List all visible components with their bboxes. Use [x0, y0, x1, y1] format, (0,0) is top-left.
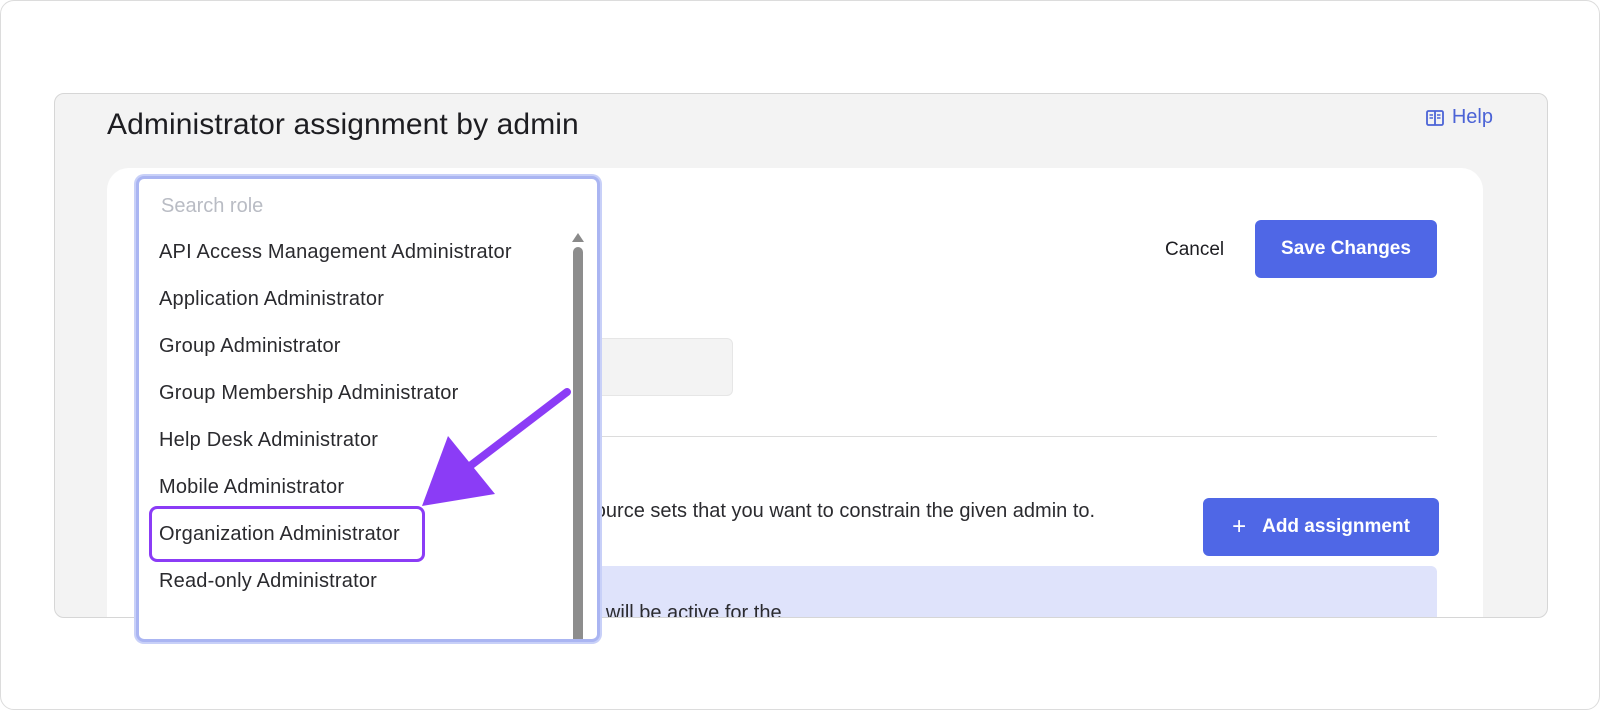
add-assignment-button[interactable]: + Add assignment [1203, 498, 1439, 556]
cancel-button[interactable]: Cancel [1151, 222, 1238, 278]
search-role-input[interactable] [143, 183, 597, 229]
help-label: Help [1451, 106, 1493, 128]
role-option[interactable]: API Access Management Administrator [139, 229, 571, 276]
role-option[interactable]: Group Administrator [139, 323, 571, 370]
section-divider [567, 436, 1437, 437]
save-changes-button[interactable]: Save Changes [1255, 220, 1437, 278]
scroll-up-arrow-icon[interactable] [572, 233, 584, 242]
help-link[interactable]: Help [1425, 106, 1493, 129]
assignment-description: resource sets that you want to constrain… [567, 500, 1096, 522]
role-option[interactable]: Read-only Administrator [139, 558, 571, 605]
plus-icon: + [1232, 513, 1247, 540]
book-icon [1425, 109, 1444, 126]
role-option[interactable]: Application Administrator [139, 276, 571, 323]
add-assignment-label: Add assignment [1262, 516, 1410, 537]
page-title: Administrator assignment by admin [107, 108, 579, 141]
pointer-arrow-icon [422, 388, 571, 506]
